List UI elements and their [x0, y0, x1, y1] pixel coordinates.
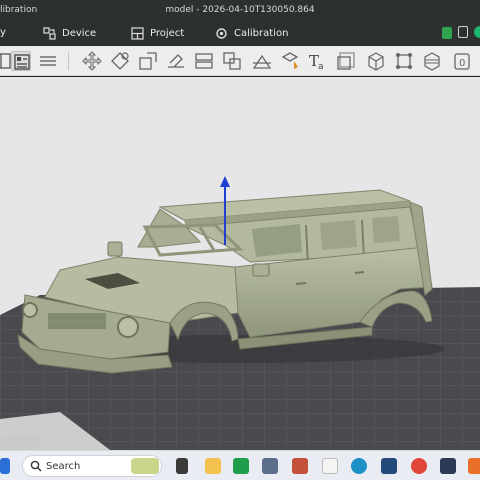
3d-viewport[interactable]	[0, 77, 480, 450]
more-button[interactable]: 0	[452, 51, 472, 71]
menu-device[interactable]: Device	[43, 27, 96, 40]
project-icon	[131, 27, 144, 40]
support-paint-button[interactable]	[280, 51, 300, 71]
scale-button[interactable]	[138, 51, 158, 71]
notepad-icon[interactable]	[322, 458, 338, 474]
document-title: model - 2026-04-10T130050.864	[165, 5, 315, 15]
office-icon[interactable]	[468, 458, 480, 474]
more-icon: 0	[454, 53, 470, 70]
view-compact-icon	[40, 56, 56, 66]
widgets-icon[interactable]	[131, 458, 159, 474]
terminal-icon[interactable]	[440, 458, 456, 474]
menu-project-label: Project	[150, 28, 185, 39]
text-button[interactable]: Ta	[308, 51, 328, 71]
file-explorer-icon[interactable]	[205, 458, 221, 474]
move-button[interactable]	[82, 51, 102, 71]
split-button[interactable]	[194, 51, 214, 71]
task-view-icon[interactable]	[176, 458, 188, 474]
search-icon	[30, 460, 42, 472]
menu-project[interactable]: Project	[131, 27, 184, 40]
title-bar: libration model - 2026-04-10T130050.864	[0, 0, 480, 22]
svg-text:0: 0	[459, 58, 465, 69]
chrome-icon[interactable]	[411, 458, 427, 474]
user-avatar[interactable]	[474, 26, 480, 38]
cut-icon	[252, 54, 272, 69]
scene-canvas[interactable]	[0, 77, 480, 450]
publish-icon[interactable]	[442, 27, 452, 39]
variable-layer-button[interactable]	[422, 51, 442, 71]
lay-flat-button[interactable]	[166, 51, 186, 71]
spreadsheet-icon[interactable]	[233, 458, 249, 474]
measure-icon	[396, 53, 412, 69]
view-list-icon	[14, 54, 30, 70]
os-taskbar: Search	[0, 450, 480, 480]
start-icon[interactable]	[0, 458, 10, 474]
split-icon	[195, 53, 213, 69]
menu-device-label: Device	[62, 28, 97, 39]
boolean-icon	[223, 52, 241, 70]
rotate-icon	[111, 52, 129, 70]
car-body-model[interactable]	[17, 189, 445, 374]
support-paint-icon	[281, 52, 299, 69]
view-list-button[interactable]	[11, 51, 31, 71]
boolean-button[interactable]	[222, 51, 242, 71]
device-sync-icon[interactable]	[458, 26, 468, 38]
menu-calibration-label: Calibration	[234, 28, 289, 39]
move-icon	[82, 51, 102, 71]
menu-bar: y Device Project Calibration	[0, 22, 480, 46]
scale-icon	[139, 52, 157, 70]
measure-button[interactable]	[394, 51, 414, 71]
photos-icon[interactable]	[381, 458, 397, 474]
view-compact-button[interactable]	[38, 51, 58, 71]
search-label: Search	[46, 461, 81, 472]
text-icon: Ta	[309, 52, 324, 71]
taskbar-search[interactable]: Search	[22, 455, 162, 477]
calculator-icon[interactable]	[262, 458, 278, 474]
device-icon	[43, 27, 56, 40]
assembly-button[interactable]	[366, 51, 386, 71]
seam-paint-icon	[337, 52, 355, 70]
slicer-app-window: libration model - 2026-04-10T130050.864 …	[0, 0, 480, 480]
menu-calibration[interactable]: Calibration	[215, 27, 288, 40]
tool-bar: Ta 0	[0, 46, 480, 76]
assembly-icon	[368, 52, 384, 71]
rotate-button[interactable]	[110, 51, 130, 71]
svg-text:a: a	[318, 62, 324, 71]
calibration-icon	[216, 28, 227, 39]
variable-layer-icon	[424, 52, 440, 71]
cut-button[interactable]	[252, 51, 272, 71]
slicer-app-icon[interactable]	[292, 458, 308, 474]
seam-paint-button[interactable]	[336, 51, 356, 71]
lay-flat-icon	[168, 54, 184, 68]
toolbar-separator	[68, 52, 69, 70]
edge-icon[interactable]	[351, 458, 367, 474]
menu-item-partial[interactable]: y	[0, 27, 6, 38]
